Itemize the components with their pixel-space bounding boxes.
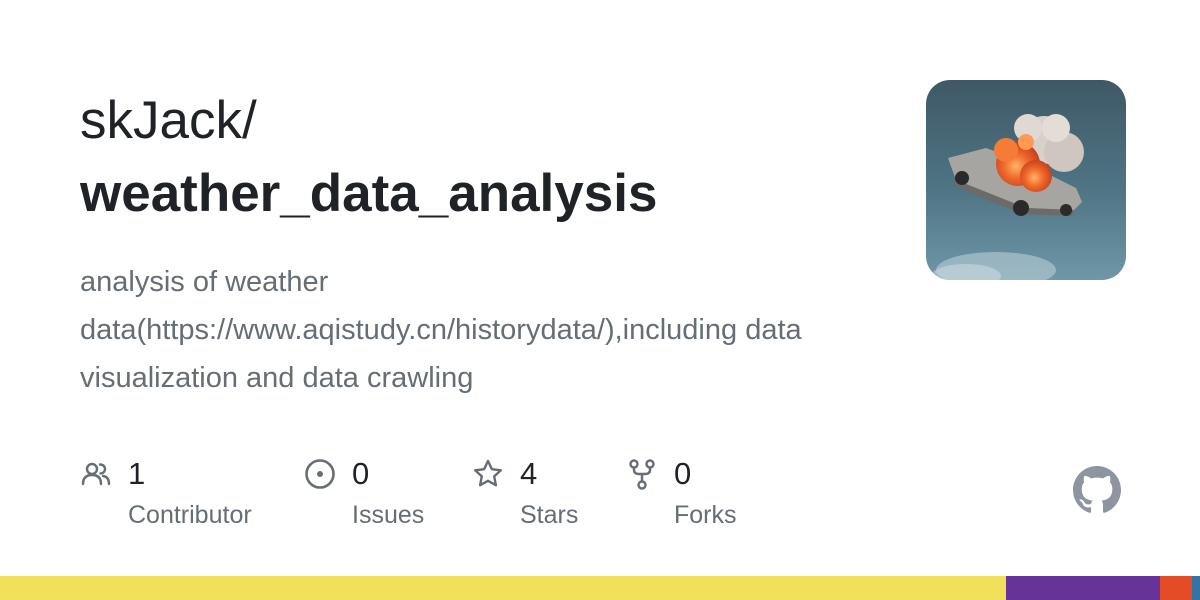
repo-description: analysis of weather data(https://www.aqi… (80, 266, 802, 394)
language-bar (0, 576, 1200, 600)
repo-owner[interactable]: skJack/ (80, 88, 257, 154)
fork-icon (629, 459, 655, 490)
language-segment-0 (0, 576, 1006, 600)
forks-count: 0 (674, 456, 692, 491)
stars-count: 4 (520, 456, 538, 491)
github-logo-icon[interactable] (1073, 466, 1121, 514)
issue-circle-icon (305, 459, 335, 489)
owner-avatar[interactable] (926, 80, 1126, 280)
issues-count: 0 (352, 456, 370, 491)
avatar-image (926, 80, 1126, 280)
people-icon (81, 462, 111, 486)
issues-label: Issues (352, 501, 425, 529)
star-icon (474, 459, 502, 487)
stars-label: Stars (520, 501, 579, 529)
forks-label: Forks (674, 501, 737, 529)
repo-name[interactable]: weather_data_analysis (80, 160, 657, 228)
language-segment-1 (1005, 576, 1161, 600)
language-segment-2 (1160, 576, 1192, 600)
contributors-label: Contributor (128, 501, 252, 529)
language-segment-3 (1191, 576, 1200, 600)
contributors-count: 1 (128, 456, 146, 491)
